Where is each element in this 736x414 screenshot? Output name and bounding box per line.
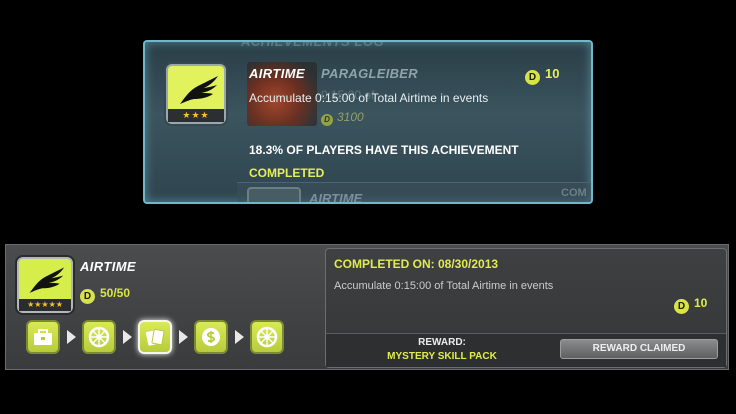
tier-cards[interactable] — [138, 320, 172, 354]
background-next-status: COM — [561, 187, 587, 199]
completed-date: COMPLETED ON: 08/30/2013 — [334, 257, 499, 271]
chevron-right-icon — [67, 330, 76, 344]
wheel-icon — [256, 326, 278, 348]
wing-icon — [29, 267, 65, 293]
coin-icon: D — [321, 114, 333, 126]
tier-wheel-final[interactable] — [250, 320, 284, 354]
players-percent: 18.3% OF PLAYERS HAVE THIS ACHIEVEMENT — [249, 143, 519, 157]
achievement-description: Accumulate 0:15:00 of Total Airtime in e… — [249, 91, 489, 105]
cash-icon — [202, 328, 220, 346]
tier-wheel[interactable] — [82, 320, 116, 354]
reward-claimed-button[interactable]: REWARD CLAIMED — [560, 339, 718, 359]
detail-points-value: 10 — [694, 296, 708, 310]
star-rating: ★★★★★ — [19, 299, 71, 311]
achievement-name: AIRTIME — [249, 66, 306, 81]
chevron-right-icon — [123, 330, 132, 344]
background-next-name: AIRTIME — [309, 191, 363, 204]
achievement-progress-value: 50/50 — [100, 286, 131, 300]
detail-description: Accumulate 0:15:00 of Total Airtime in e… — [334, 280, 554, 292]
coin-icon: D — [80, 289, 95, 304]
wing-icon — [180, 76, 218, 104]
background-next-icon — [247, 187, 301, 202]
tier-cash[interactable] — [194, 320, 228, 354]
achievement-status: COMPLETED — [249, 166, 325, 180]
reward-label: REWARD: — [418, 337, 466, 348]
background-card-price: D 3100 — [321, 110, 364, 126]
chevron-right-icon — [235, 330, 244, 344]
coin-icon: D — [674, 299, 689, 314]
background-header: ACHIEVEMENTS LOG — [241, 40, 385, 49]
background-card-price-value: 3100 — [337, 110, 364, 124]
reward-strip: REWARD: MYSTERY SKILL PACK REWARD CLAIME… — [326, 333, 726, 367]
tier-toolbox[interactable] — [26, 320, 60, 354]
achievement-name: AIRTIME — [80, 259, 137, 274]
achievement-points: D 10 — [525, 66, 559, 85]
star-rating: ★★★ — [168, 109, 224, 122]
achievement-points-value: 10 — [545, 66, 560, 81]
background-next-row: AIRTIME COM — [237, 182, 591, 204]
achievement-detail-panel: ★★★★★ AIRTIME D 50/50 COMPLETED ON: 08/3… — [5, 244, 729, 370]
background-card-name: PARAGLEIBER — [321, 66, 418, 81]
reward-detail-box: COMPLETED ON: 08/30/2013 Accumulate 0:15… — [325, 248, 727, 368]
chevron-right-icon — [179, 330, 188, 344]
toolbox-icon — [34, 329, 52, 345]
coin-icon: D — [525, 70, 540, 85]
detail-points: D 10 — [674, 296, 707, 314]
cards-icon — [145, 328, 165, 346]
wheel-icon — [88, 326, 110, 348]
reward-value: MYSTERY SKILL PACK — [387, 351, 497, 362]
achievement-progress: D 50/50 — [80, 286, 130, 304]
achievement-icon: ★★★★★ — [17, 257, 73, 313]
achievement-tooltip: ACHIEVEMENTS LOG PARAGLEIBER 0:15:00 of … — [143, 40, 593, 204]
achievement-icon: ★★★ — [166, 64, 226, 124]
